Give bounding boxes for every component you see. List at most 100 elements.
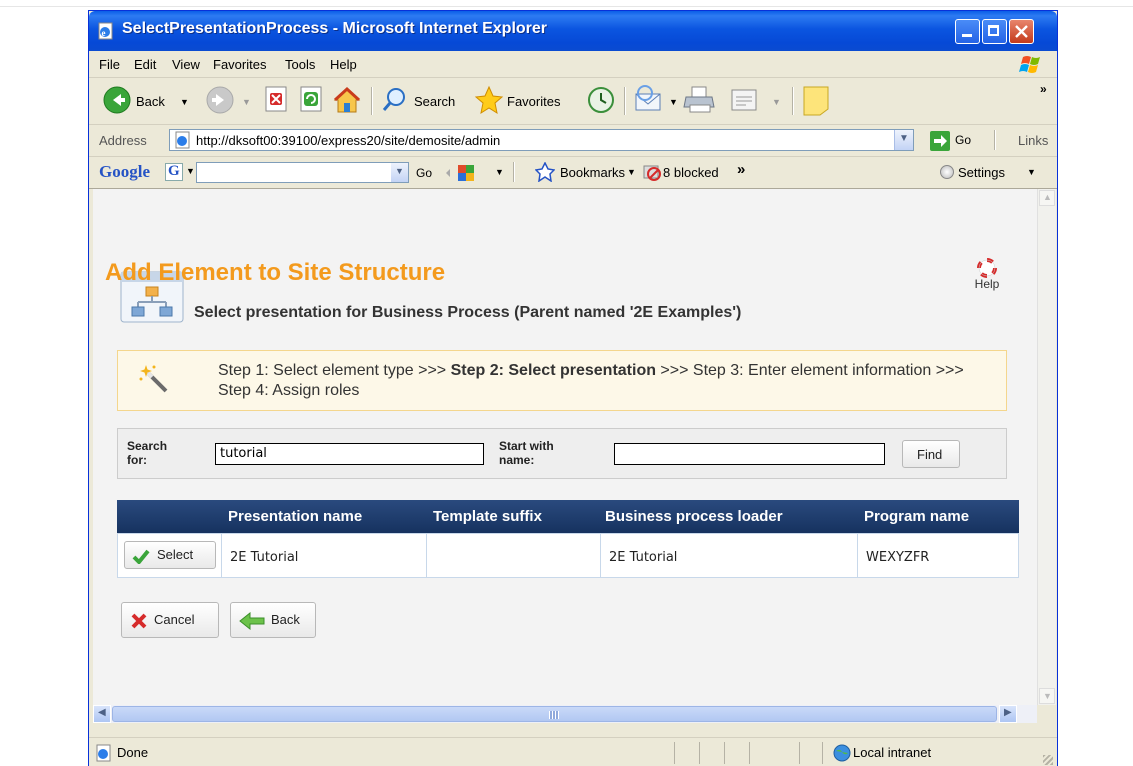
minimize-button[interactable]	[955, 19, 980, 44]
google-g-icon[interactable]: G	[165, 163, 183, 181]
back-dropdown-icon[interactable]: ▼	[180, 97, 189, 107]
google-go-button[interactable]: Go	[416, 166, 432, 180]
page-subtitle: Select presentation for Business Process…	[194, 304, 742, 321]
search-panel: Search for: tutorial Start with name: Fi…	[117, 428, 1007, 479]
scroll-thumb[interactable]	[112, 706, 997, 722]
cancel-x-icon	[131, 613, 147, 629]
favorites-star-icon[interactable]	[474, 85, 504, 115]
search-for-input[interactable]: tutorial	[215, 443, 484, 465]
close-icon	[1015, 25, 1028, 38]
toolbar-separator	[792, 87, 793, 115]
select-button[interactable]: Select	[124, 541, 216, 569]
close-button[interactable]	[1009, 19, 1034, 44]
links-label[interactable]: Links	[1018, 133, 1048, 148]
bookmarks-dropdown-icon[interactable]: ▼	[627, 167, 636, 177]
google-menu-dropdown-icon[interactable]: ▼	[186, 166, 195, 176]
popup-blocker-icon[interactable]	[642, 162, 662, 182]
maximize-button[interactable]	[982, 19, 1007, 44]
start-with-label: Start with name:	[499, 439, 589, 467]
edit-page-icon[interactable]	[729, 85, 759, 115]
col-program-name[interactable]: Program name	[864, 508, 969, 525]
address-field[interactable]: http://dksoft00:39100/express20/site/dem…	[169, 129, 914, 151]
vertical-scrollbar[interactable]: ▲ ▼	[1037, 189, 1056, 705]
zone-label: Local intranet	[853, 745, 932, 760]
program-name-cell: WEXYZFR	[858, 534, 1018, 577]
start-with-input[interactable]	[614, 443, 885, 465]
table-header: Presentation name Template suffix Busine…	[117, 500, 1019, 533]
home-icon[interactable]	[332, 85, 362, 115]
forward-dropdown-icon[interactable]: ▼	[242, 97, 251, 107]
status-divider	[799, 742, 800, 764]
extras-dropdown-icon[interactable]: ▼	[495, 167, 504, 177]
stop-icon[interactable]	[262, 85, 290, 113]
step-1-text: Step 1: Select element type >>>	[218, 362, 451, 379]
help-link[interactable]: Help	[967, 258, 1007, 291]
menu-tools[interactable]: Tools	[285, 57, 315, 72]
sticky-note-icon[interactable]	[801, 85, 831, 117]
search-button-label[interactable]: Search	[414, 94, 455, 109]
title-bar[interactable]: e SelectPresentationProcess - Microsoft …	[89, 11, 1057, 51]
menu-view[interactable]: View	[172, 57, 200, 72]
bookmarks-star-icon[interactable]	[535, 162, 555, 182]
status-text: Done	[117, 745, 149, 760]
page-title: Add Element to Site Structure	[105, 259, 446, 286]
bookmarks-button[interactable]: Bookmarks	[560, 165, 625, 180]
edit-dropdown-icon[interactable]: ▼	[772, 97, 781, 107]
help-label: Help	[974, 277, 1000, 291]
refresh-icon[interactable]	[297, 85, 325, 113]
print-icon[interactable]	[683, 85, 717, 115]
google-overflow-icon[interactable]: »	[737, 161, 745, 178]
google-search-dropdown-button[interactable]: ▼	[391, 163, 408, 182]
minimize-icon	[962, 34, 972, 37]
resize-grip-icon[interactable]	[1043, 755, 1053, 765]
google-logo[interactable]: Google	[99, 162, 150, 182]
back-button-label[interactable]: Back	[136, 94, 165, 109]
settings-radio-icon[interactable]	[940, 165, 954, 179]
status-divider	[822, 742, 823, 764]
google-toolbar-extras-icon[interactable]	[444, 163, 484, 183]
google-search-input[interactable]: ▼	[196, 162, 409, 183]
menu-edit[interactable]: Edit	[134, 57, 156, 72]
forward-arrow-icon[interactable]	[205, 85, 235, 115]
search-icon[interactable]	[381, 85, 409, 113]
search-for-label-text: Search for:	[127, 439, 168, 467]
status-divider	[749, 742, 750, 764]
horizontal-scrollbar[interactable]: ◀ ▶	[93, 705, 1037, 723]
col-template-suffix[interactable]: Template suffix	[433, 508, 542, 525]
history-icon[interactable]	[586, 85, 616, 115]
page-frame-line	[0, 6, 1133, 7]
chevron-down-icon: ▼	[899, 133, 909, 144]
blocked-count[interactable]: 8 blocked	[663, 165, 719, 180]
mail-dropdown-icon[interactable]: ▼	[669, 97, 678, 107]
chevron-down-icon: ▼	[395, 166, 404, 176]
col-presentation-name[interactable]: Presentation name	[228, 508, 362, 525]
go-arrow-icon[interactable]	[930, 131, 950, 151]
cancel-button-label: Cancel	[154, 612, 195, 627]
toolbar-separator	[513, 162, 514, 182]
scroll-right-button[interactable]: ▶	[999, 705, 1017, 723]
back-arrow-icon[interactable]	[102, 85, 132, 115]
ie-page-icon	[175, 131, 190, 149]
find-button[interactable]: Find	[902, 440, 960, 468]
address-url[interactable]: http://dksoft00:39100/express20/site/dem…	[196, 133, 500, 148]
address-dropdown-button[interactable]: ▼	[894, 130, 913, 150]
scroll-up-button[interactable]: ▲	[1039, 190, 1055, 206]
ie-page-icon: e	[98, 22, 113, 40]
menu-file[interactable]: File	[99, 57, 120, 72]
wizard-steps-text: Step 1: Select element type >>> Step 2: …	[218, 361, 978, 401]
cancel-button[interactable]: Cancel	[121, 602, 219, 638]
favorites-button-label[interactable]: Favorites	[507, 94, 560, 109]
menu-help[interactable]: Help	[330, 57, 357, 72]
checkmark-icon	[132, 549, 150, 564]
mail-icon[interactable]	[633, 85, 665, 115]
address-label: Address	[99, 133, 147, 148]
settings-dropdown-icon[interactable]: ▼	[1027, 167, 1036, 177]
scroll-left-button[interactable]: ◀	[93, 705, 111, 723]
scroll-down-button[interactable]: ▼	[1039, 688, 1055, 704]
back-page-button[interactable]: Back	[230, 602, 316, 638]
toolbar-overflow-icon[interactable]: »	[1040, 82, 1047, 96]
menu-favorites[interactable]: Favorites	[213, 57, 266, 72]
go-button-label[interactable]: Go	[955, 133, 971, 147]
settings-button[interactable]: Settings	[958, 165, 1005, 180]
col-business-process-loader[interactable]: Business process loader	[605, 508, 783, 525]
